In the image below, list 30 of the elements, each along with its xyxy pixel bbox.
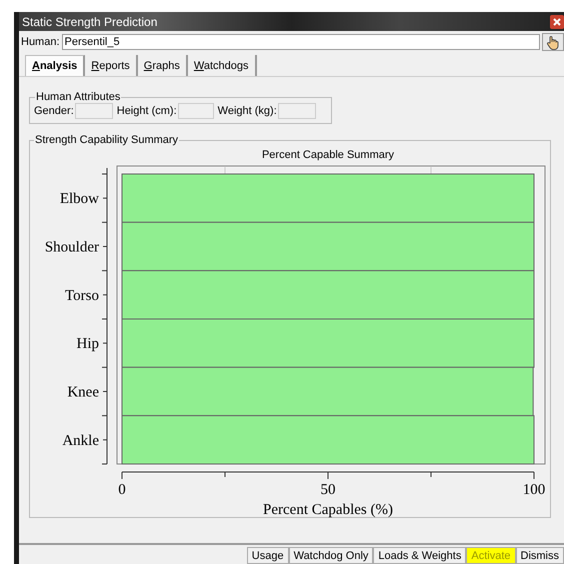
human-field[interactable]: Persentil_5 [62,34,540,50]
axis-title: Percent Capables (%) [263,502,393,518]
window-title: Static Strength Prediction [22,14,158,28]
action-button[interactable]: Usage [246,547,289,564]
action-button[interactable]: Loads & Weights [373,547,466,564]
field-label: Height (cm): [116,105,177,117]
axis-label: Knee [67,384,99,400]
axis-label: Hip [76,336,99,352]
hand-icon [546,34,560,50]
axis-label: Shoulder [44,240,99,256]
input-field[interactable] [74,103,113,119]
group-title: Strength Capability Summary [34,134,180,146]
tab[interactable]: Analysis [25,55,86,76]
action-button[interactable]: Watchdog Only [288,547,374,564]
axis-label: Ankle [62,432,99,449]
close-icon[interactable] [550,14,564,28]
axis-label: Elbow [60,191,99,208]
human-label: Human: [21,36,60,48]
input-field[interactable] [278,103,316,119]
group-title: Human Attributes [35,91,122,103]
field-label: Gender: [34,105,74,117]
axis-label: Torso [65,288,99,304]
field-label: Weight (kg): [218,105,277,117]
hand-button[interactable] [542,33,564,51]
chart-title: Percent Capable Summary [262,149,394,161]
action-button[interactable]: Dismiss [516,547,564,564]
tick-label: 50 [320,482,336,498]
tick-label: 0 [118,482,126,498]
input-field[interactable] [178,103,214,119]
tick-label: 100 [522,482,546,498]
